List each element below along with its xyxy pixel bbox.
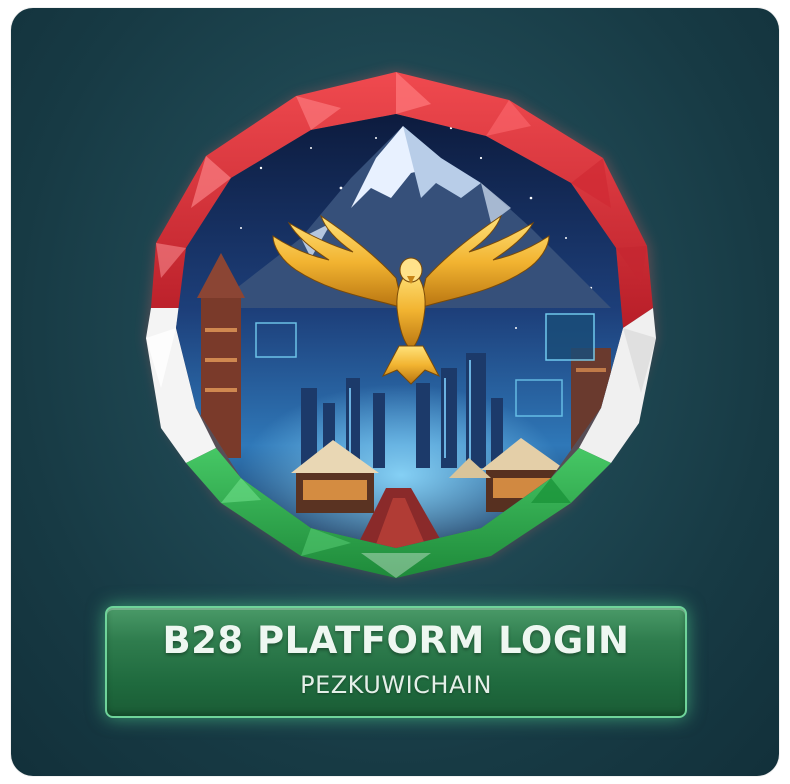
app-icon-card: B28 PLATFORM LOGIN PEZKUWICHAIN <box>11 8 779 776</box>
login-subtitle: PEZKUWICHAIN <box>300 671 492 700</box>
login-title: B28 PLATFORM LOGIN <box>162 618 630 662</box>
eagle-mountain-emblem-icon <box>146 70 656 578</box>
login-button[interactable]: B28 PLATFORM LOGIN PEZKUWICHAIN <box>105 606 687 718</box>
